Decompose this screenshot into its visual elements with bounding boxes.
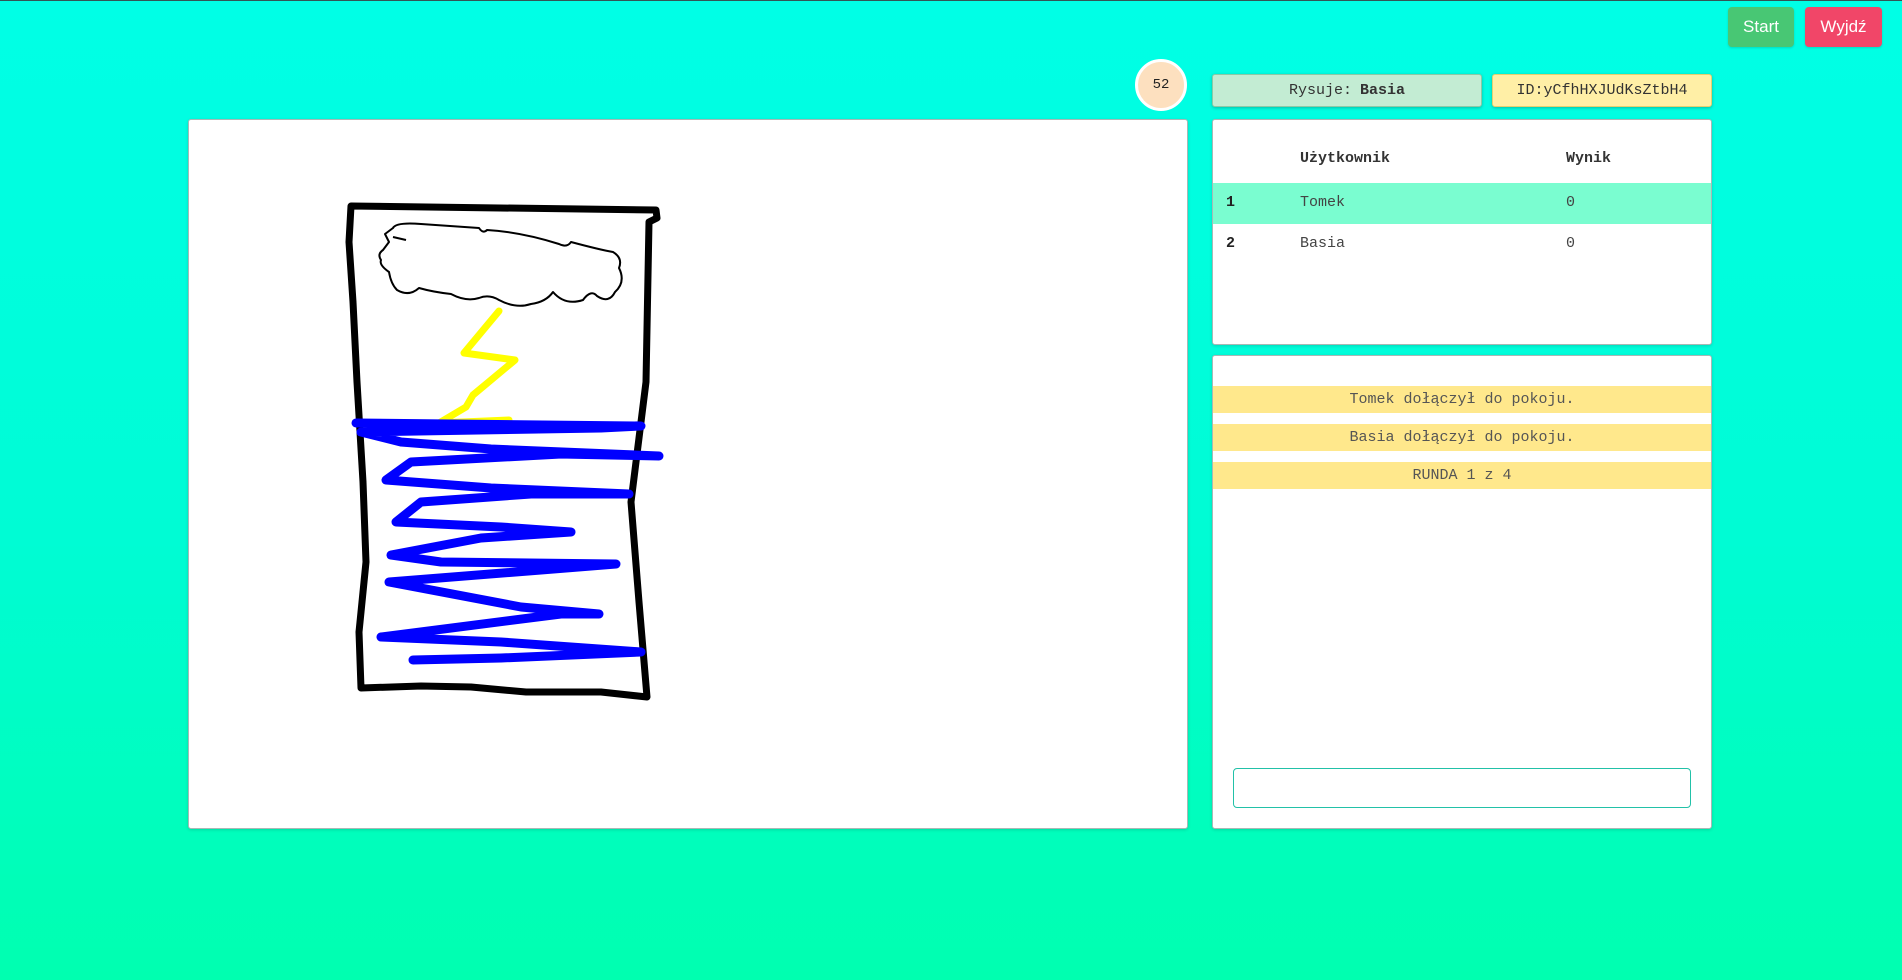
stroke-lightning <box>435 307 519 427</box>
player-score: 0 <box>1566 194 1576 211</box>
player-rank: 2 <box>1226 235 1236 252</box>
player-name: Tomek <box>1300 194 1346 211</box>
current-drawer-badge: Rysuje: Basia <box>1212 74 1482 107</box>
scoreboard-header-score: Wynik <box>1566 150 1612 167</box>
chat-system-message: Tomek dołączył do pokoju. <box>1213 386 1711 413</box>
drawing-canvas[interactable] <box>188 119 1188 829</box>
scoreboard-header-user: Użytkownik <box>1300 150 1391 167</box>
scoreboard: Użytkownik Wynik 1 Tomek 0 2 Basia 0 <box>1212 119 1712 345</box>
drawer-name: Basia <box>1360 82 1406 99</box>
room-id-badge: ID:yCfhHXJUdKsZtbH4 <box>1492 74 1712 107</box>
round-timer: 52 <box>1135 59 1187 111</box>
chat-input[interactable] <box>1233 768 1691 808</box>
drawing-strokes <box>345 202 664 701</box>
player-rank: 1 <box>1226 194 1236 211</box>
stroke-cloud <box>378 222 623 307</box>
chat-system-message: Basia dołączył do pokoju. <box>1213 424 1711 451</box>
chat-system-message: RUNDA 1 z 4 <box>1213 462 1711 489</box>
stroke-water <box>351 418 664 665</box>
scoreboard-row: 2 Basia 0 <box>1213 224 1711 265</box>
chat-panel: Tomek dołączył do pokoju. Basia dołączył… <box>1212 355 1712 829</box>
player-name: Basia <box>1300 235 1346 252</box>
start-button[interactable]: Start <box>1728 7 1794 47</box>
exit-button[interactable]: Wyjdź <box>1805 7 1882 47</box>
drawer-label: Rysuje: <box>1288 82 1352 99</box>
scoreboard-row: 1 Tomek 0 <box>1213 183 1711 224</box>
player-score: 0 <box>1566 235 1576 252</box>
